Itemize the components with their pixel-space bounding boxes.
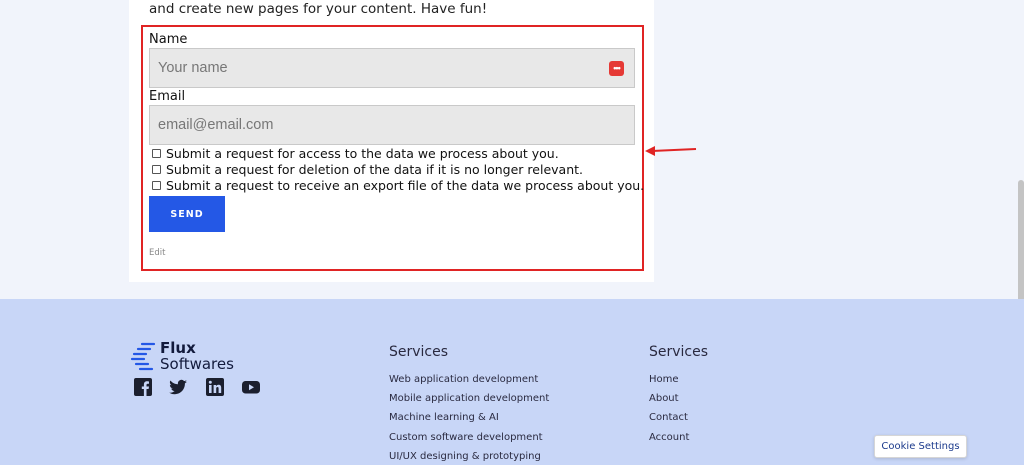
flux-logo-icon	[130, 342, 156, 371]
email-placeholder: email@email.com	[158, 117, 274, 133]
logo-subtitle: Softwares	[160, 355, 234, 373]
send-button[interactable]: SEND	[149, 196, 225, 232]
logo-title: Flux	[160, 339, 196, 357]
checkbox-row-access[interactable]: Submit a request for access to the data …	[152, 146, 559, 161]
footer-link[interactable]: Custom software development	[389, 432, 543, 443]
arrow-annotation-icon	[645, 146, 697, 156]
export-checkbox[interactable]	[152, 181, 161, 190]
linkedin-icon[interactable]	[205, 377, 225, 397]
checkbox-label: Submit a request to receive an export fi…	[166, 178, 645, 193]
youtube-icon[interactable]	[241, 377, 261, 397]
checkbox-label: Submit a request for deletion of the dat…	[166, 162, 583, 177]
edit-link[interactable]: Edit	[149, 248, 165, 258]
twitter-icon[interactable]	[168, 377, 188, 397]
checkbox-row-export[interactable]: Submit a request to receive an export fi…	[152, 178, 644, 193]
footer-link[interactable]: UI/UX designing & prototyping	[389, 451, 541, 462]
checkbox-label: Submit a request for access to the data …	[166, 146, 559, 161]
password-manager-icon[interactable]: •••	[609, 61, 624, 76]
facebook-icon[interactable]	[133, 377, 153, 397]
footer-link[interactable]: Mobile application development	[389, 393, 549, 404]
footer-link[interactable]: Web application development	[389, 374, 538, 385]
intro-text: and create new pages for your content. H…	[149, 1, 488, 17]
email-input[interactable]: email@email.com	[149, 105, 635, 145]
footer-link-account[interactable]: Account	[649, 432, 689, 443]
access-checkbox[interactable]	[152, 149, 161, 158]
footer-link-home[interactable]: Home	[649, 374, 679, 385]
footer-col1-title: Services	[389, 344, 449, 360]
email-label: Email	[149, 89, 186, 104]
cookie-settings-button[interactable]: Cookie Settings	[874, 435, 967, 458]
name-input[interactable]: Your name •••	[149, 48, 635, 88]
footer-link-contact[interactable]: Contact	[649, 412, 688, 423]
footer-link[interactable]: Machine learning & AI	[389, 412, 499, 423]
checkbox-row-deletion[interactable]: Submit a request for deletion of the dat…	[152, 162, 583, 177]
deletion-checkbox[interactable]	[152, 165, 161, 174]
footer-link-about[interactable]: About	[649, 393, 679, 404]
name-label: Name	[149, 32, 188, 47]
name-placeholder: Your name	[158, 60, 228, 76]
logo[interactable]: Flux Softwares	[130, 341, 234, 372]
footer-col2-title: Services	[649, 344, 709, 360]
